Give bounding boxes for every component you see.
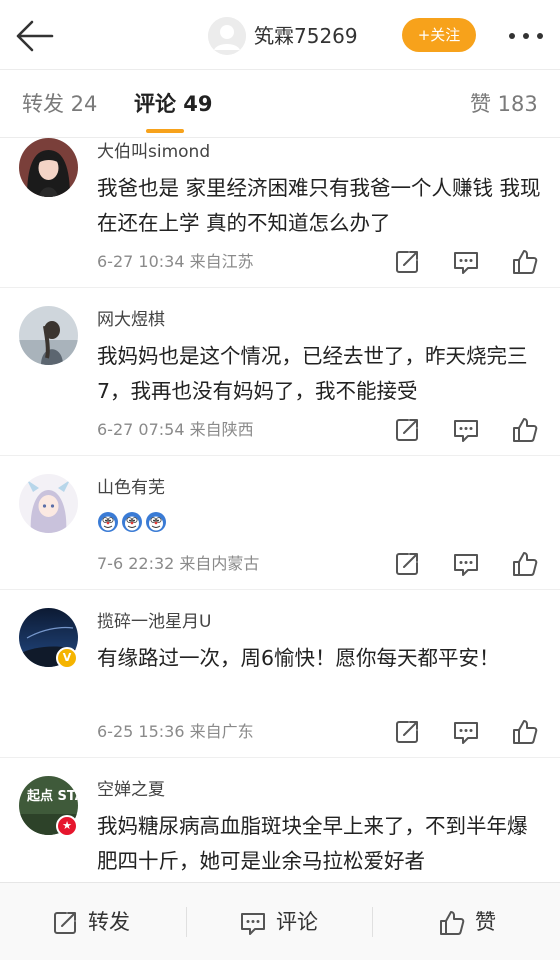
like-icon[interactable] bbox=[510, 549, 540, 579]
commenter-avatar[interactable] bbox=[19, 474, 78, 533]
more-options-icon[interactable] bbox=[504, 22, 548, 50]
divider bbox=[186, 907, 187, 937]
bottom-action-bar: 转发 评论 赞 bbox=[0, 882, 560, 960]
repost-label: 转发 bbox=[88, 910, 130, 934]
commenter-name[interactable]: 大伯叫simond bbox=[97, 140, 210, 164]
share-icon[interactable] bbox=[392, 415, 422, 445]
username[interactable]: 笂霖75269 bbox=[254, 20, 358, 52]
comment-icon[interactable] bbox=[451, 717, 481, 747]
commenter-name[interactable]: 空婵之夏 bbox=[97, 778, 165, 802]
verified-badge-icon: ★ bbox=[56, 815, 78, 837]
comment-text: 我妈糖尿病高血脂斑块全早上来了，不到半年爆肥四十斤，她可是业余马拉松爱好者 bbox=[97, 814, 528, 873]
comment-list[interactable]: 大伯叫simond 我爸也是 家里经济困难只有我爸一个人赚钱 我现在还在上学 真… bbox=[0, 138, 560, 882]
comment-meta: 7-6 22:32 来自内蒙古 bbox=[97, 554, 260, 573]
comment-text: 我爸也是 家里经济困难只有我爸一个人赚钱 我现在还在上学 真的不知道怎么办了 bbox=[97, 176, 541, 235]
tab-reposts[interactable]: 转发 24 bbox=[22, 88, 97, 120]
comment-item: 起点 START ★ 空婵之夏 我妈糖尿病高血脂斑块全早上来了，不到半年爆肥四十… bbox=[0, 758, 560, 882]
comment-item: V 揽碎一池星月U 有缘路过一次，周6愉快！愿你每天都平安！ 6-25 15:3… bbox=[0, 590, 560, 758]
user-avatar[interactable] bbox=[208, 17, 246, 55]
divider bbox=[372, 907, 373, 937]
comment-icon[interactable] bbox=[451, 415, 481, 445]
repost-button[interactable]: 转发 bbox=[50, 905, 150, 939]
comment-text: 有缘路过一次，周6愉快！愿你每天都平安！ bbox=[97, 646, 500, 670]
verified-badge-icon: V bbox=[56, 647, 78, 669]
comment-item: 大伯叫simond 我爸也是 家里经济困难只有我爸一个人赚钱 我现在还在上学 真… bbox=[0, 138, 560, 288]
doraemon-emoji-icon bbox=[121, 511, 143, 533]
doraemon-emoji-icon bbox=[97, 511, 119, 533]
back-arrow-icon[interactable] bbox=[12, 14, 56, 58]
comment-icon[interactable] bbox=[451, 549, 481, 579]
like-icon[interactable] bbox=[510, 717, 540, 747]
repost-icon bbox=[54, 912, 76, 934]
doraemon-emoji-icon bbox=[145, 511, 167, 533]
commenter-avatar[interactable] bbox=[19, 138, 78, 197]
like-label: 赞 bbox=[475, 910, 496, 934]
commenter-name[interactable]: 揽碎一池星月U bbox=[97, 610, 211, 634]
comment-text: 我妈妈也是这个情况，已经去世了，昨天烧完三7，我再也没有妈妈了，我不能接受 bbox=[97, 344, 528, 403]
like-button[interactable]: 赞 bbox=[437, 905, 517, 939]
share-icon[interactable] bbox=[392, 549, 422, 579]
like-icon bbox=[440, 911, 465, 935]
comment-meta: 6-27 10:34 来自江苏 bbox=[97, 252, 254, 271]
like-icon[interactable] bbox=[510, 247, 540, 277]
comment-icon bbox=[241, 913, 265, 935]
avatar-logo-text: 起点 START bbox=[26, 788, 78, 804]
comment-icon[interactable] bbox=[451, 247, 481, 277]
active-tab-indicator bbox=[146, 129, 184, 133]
share-icon[interactable] bbox=[392, 717, 422, 747]
tab-comments[interactable]: 评论 49 bbox=[134, 88, 213, 120]
follow-button[interactable]: +关注 bbox=[402, 18, 476, 52]
comment-item: 网大煜棋 我妈妈也是这个情况，已经去世了，昨天烧完三7，我再也没有妈妈了，我不能… bbox=[0, 288, 560, 456]
commenter-avatar[interactable] bbox=[19, 306, 78, 365]
share-icon[interactable] bbox=[392, 247, 422, 277]
tab-likes[interactable]: 赞 183 bbox=[470, 88, 538, 120]
comment-meta: 6-25 15:36 来自广东 bbox=[97, 722, 254, 741]
comment-meta: 6-27 07:54 来自陕西 bbox=[97, 420, 254, 439]
tab-bar: 转发 24 评论 49 赞 183 bbox=[0, 70, 560, 138]
comment-item: 山色有芜 7-6 22:32 来自内蒙古 bbox=[0, 456, 560, 590]
like-icon[interactable] bbox=[510, 415, 540, 445]
comment-button[interactable]: 评论 bbox=[238, 905, 338, 939]
commenter-name[interactable]: 网大煜棋 bbox=[97, 308, 165, 332]
commenter-name[interactable]: 山色有芜 bbox=[97, 476, 165, 500]
comment-label: 评论 bbox=[276, 910, 318, 934]
emoji-row bbox=[97, 511, 169, 535]
top-bar: 笂霖75269 +关注 bbox=[0, 0, 560, 70]
